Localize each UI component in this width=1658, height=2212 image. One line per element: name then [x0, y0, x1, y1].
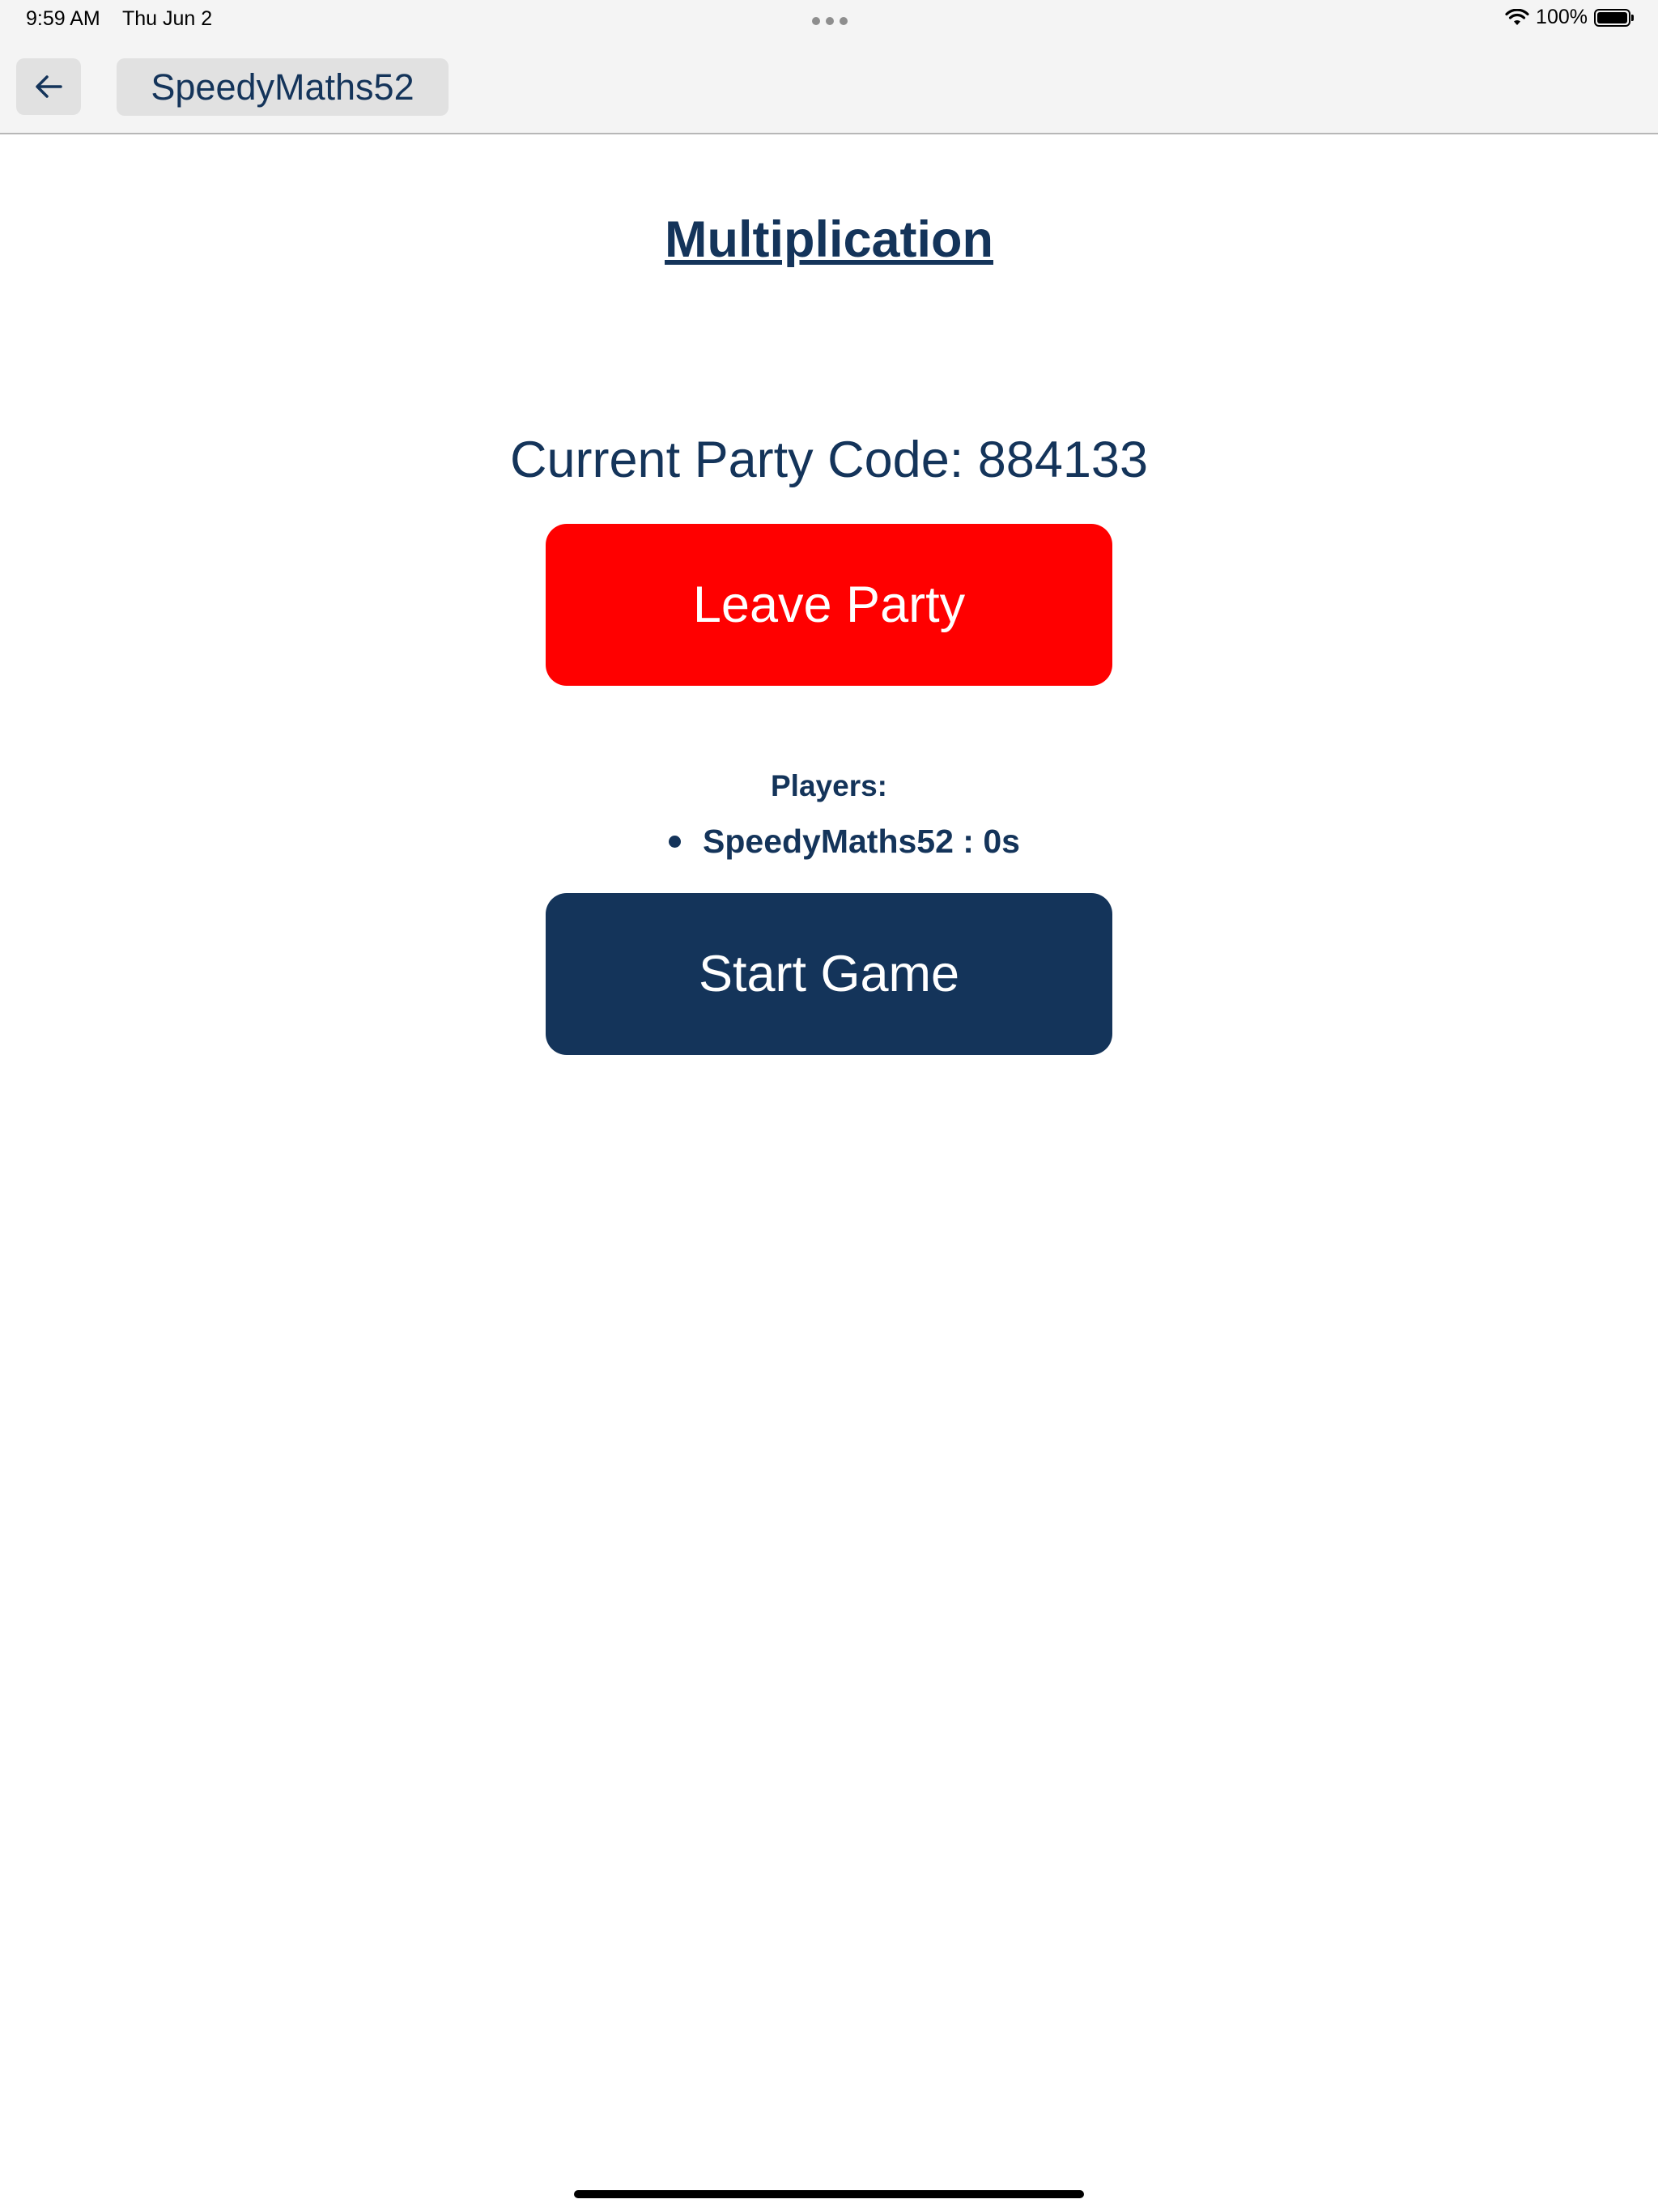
players-heading: Players: [771, 769, 887, 802]
status-date: Thu Jun 2 [122, 7, 213, 30]
page-title: Multiplication [665, 211, 993, 268]
leave-party-button[interactable]: Leave Party [546, 524, 1112, 686]
status-bar: 9:59 AM Thu Jun 2 100% [0, 0, 1658, 39]
battery-icon [1594, 8, 1634, 27]
party-code-text: Current Party Code: 884133 [510, 432, 1148, 488]
start-game-label: Start Game [698, 946, 960, 1002]
username-chip[interactable]: SpeedyMaths52 [117, 58, 449, 116]
home-indicator[interactable] [574, 2190, 1084, 2198]
battery-percentage: 100% [1536, 6, 1588, 28]
leave-party-label: Leave Party [692, 576, 966, 633]
multitasking-dots-icon[interactable] [812, 17, 848, 25]
nav-bar: SpeedyMaths52 [0, 39, 1658, 134]
status-indicators: 100% [1505, 6, 1634, 29]
player-entry: SpeedyMaths52 : 0s [703, 822, 1020, 860]
start-game-button[interactable]: Start Game [546, 893, 1112, 1055]
arrow-left-icon [36, 75, 62, 98]
status-time: 9:59 AM [26, 7, 100, 30]
bullet-icon [669, 835, 681, 848]
wifi-icon [1505, 8, 1529, 25]
back-button[interactable] [16, 58, 81, 115]
player-list-item: SpeedyMaths52 : 0s [669, 822, 1020, 861]
